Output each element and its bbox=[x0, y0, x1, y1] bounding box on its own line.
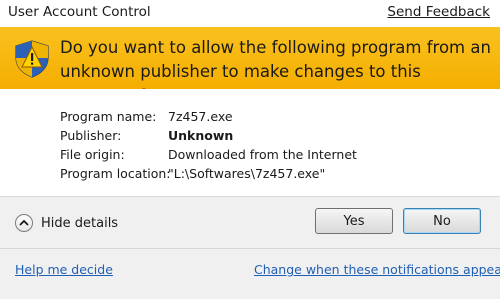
detail-value: 7z457.exe bbox=[168, 109, 233, 124]
window-title: User Account Control bbox=[8, 4, 151, 20]
uac-dialog: User Account Control Send Feedback Do yo… bbox=[0, 0, 500, 299]
detail-value: Downloaded from the Internet bbox=[168, 147, 357, 162]
detail-value: "L:\Softwares\7z457.exe" bbox=[168, 166, 326, 181]
hide-details-label: Hide details bbox=[41, 215, 119, 231]
detail-value: Unknown bbox=[168, 128, 234, 143]
detail-label: Program location: bbox=[60, 166, 171, 181]
no-button[interactable]: No bbox=[403, 208, 481, 234]
detail-label: Program name: bbox=[60, 109, 157, 124]
change-notifications-link[interactable]: Change when these notifications appear bbox=[254, 262, 500, 277]
detail-label: Publisher: bbox=[60, 128, 122, 143]
uac-shield-icon bbox=[15, 40, 49, 78]
title-bar: User Account Control Send Feedback bbox=[0, 0, 500, 27]
hide-details-toggle[interactable]: Hide details bbox=[15, 212, 118, 234]
help-me-decide-link[interactable]: Help me decide bbox=[15, 262, 113, 277]
yes-button[interactable]: Yes bbox=[315, 208, 393, 234]
send-feedback-link[interactable]: Send Feedback bbox=[387, 4, 490, 20]
chevron-up-icon bbox=[15, 214, 33, 232]
detail-label: File origin: bbox=[60, 147, 125, 162]
divider bbox=[0, 248, 500, 249]
